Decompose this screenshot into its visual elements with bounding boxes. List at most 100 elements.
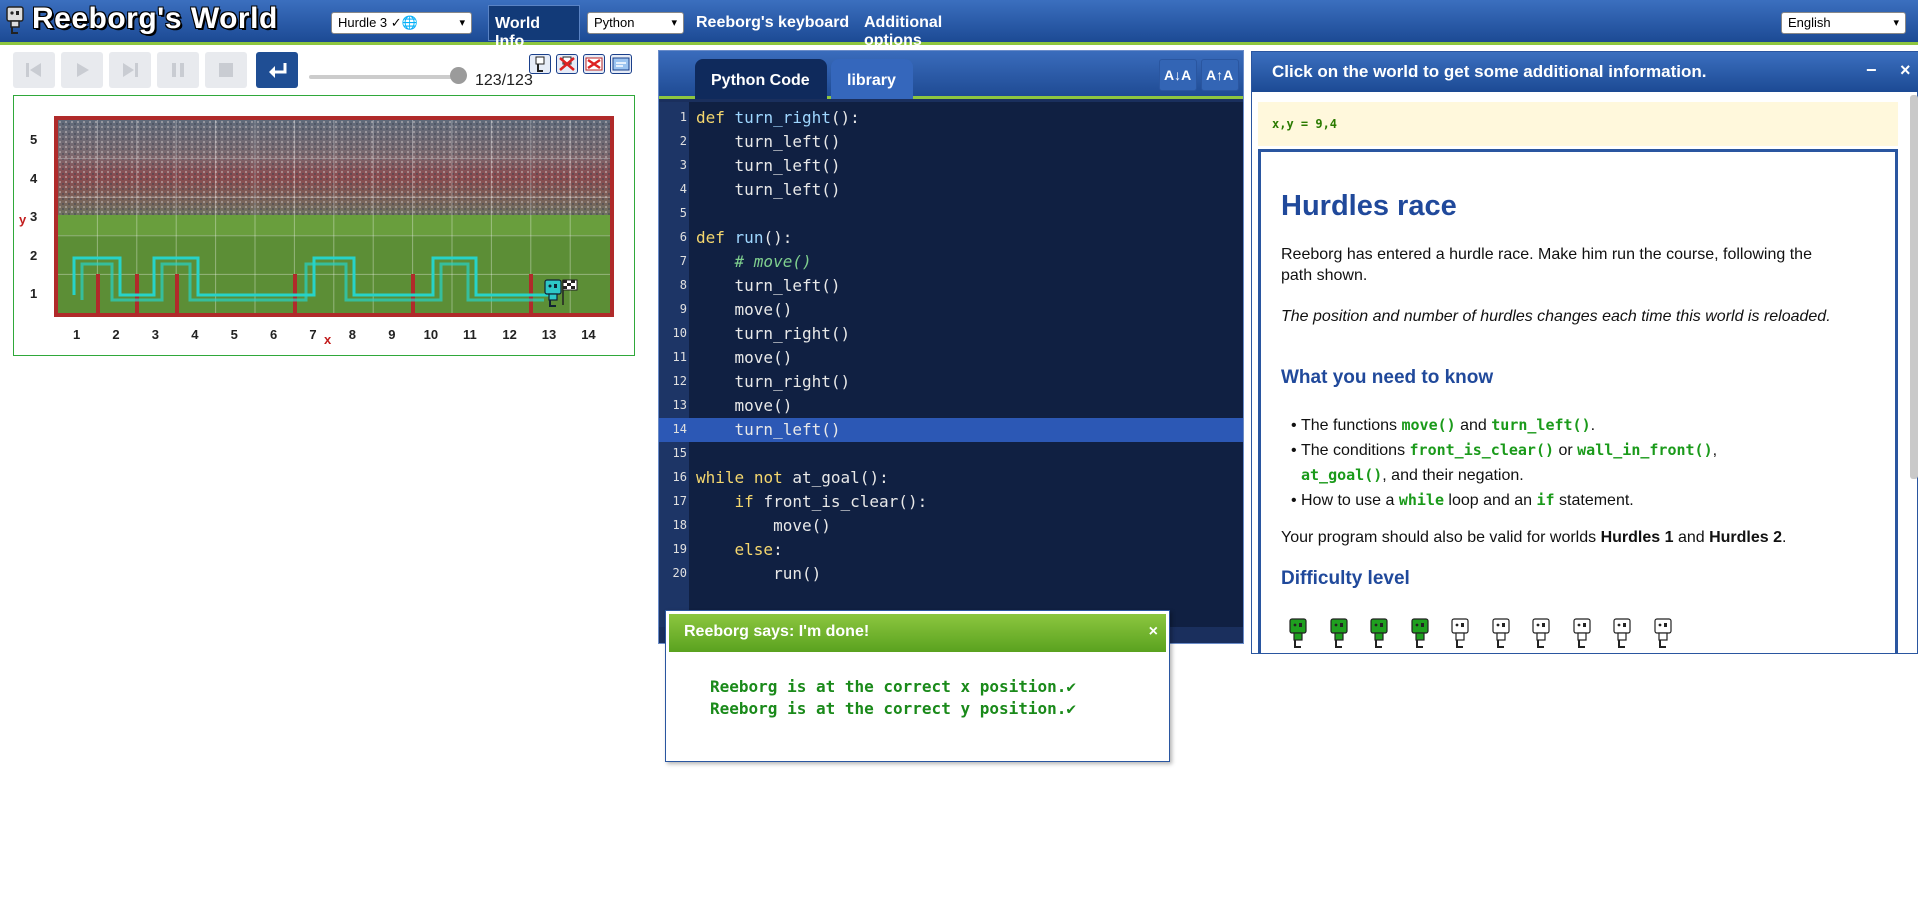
step-forward-icon [123,63,138,77]
run-button[interactable] [61,52,103,88]
code-text: turn_left() [734,420,841,439]
line-number: 8 [679,278,687,292]
close-button[interactable]: × [1900,60,1911,81]
code-line[interactable]: 10 turn_right() [659,322,1243,346]
speed-slider-track[interactable] [309,75,459,79]
need-to-know-heading: What you need to know [1281,367,1494,388]
list-item: The conditions front_is_clear() or wall_… [1291,438,1821,488]
reeborg-logo-icon [6,6,24,34]
stop-button[interactable] [205,52,247,88]
code-line[interactable]: 1 def turn_right(): [659,106,1243,130]
code-line[interactable]: 19 else: [659,538,1243,562]
chevron-down-icon: ▾ [1893,17,1899,29]
info-header-text: Click on the world to get some additiona… [1272,62,1707,81]
edit-world-icon[interactable] [610,54,632,74]
tab-python-code[interactable]: Python Code [695,59,827,99]
world-info-button[interactable]: World Info [488,5,580,50]
tab-library[interactable]: library [831,59,913,99]
decrease-font-button[interactable]: A↓A [1159,59,1197,91]
x-tick-label: 1 [73,327,81,342]
language-select[interactable]: Python ▾ [587,12,684,34]
code-text: move() [734,300,793,319]
robot-settings-icon[interactable] [529,54,551,74]
code-line[interactable]: 18 move() [659,514,1243,538]
line-number: 19 [672,542,687,556]
list-item: How to use a while loop and an if statem… [1291,488,1821,513]
list-item: The functions move() and turn_left(). [1291,413,1821,438]
ui-language-select[interactable]: English ▾ [1781,12,1906,34]
x-tick-label: 4 [191,327,199,342]
keyboard-button[interactable]: Reeborg's keyboard [690,5,856,41]
minimize-button[interactable]: − [1866,60,1877,81]
code-text: move() [734,348,793,367]
code-line[interactable]: 3 turn_left() [659,154,1243,178]
reload-button[interactable] [13,52,55,88]
code-line[interactable]: 13 move() [659,394,1243,418]
code-line[interactable]: 17 if front_is_clear(): [659,490,1243,514]
line-number: 18 [672,518,687,532]
line-number: 1 [679,110,687,124]
line-number: 17 [672,494,687,508]
pause-button[interactable] [157,52,199,88]
close-icon[interactable]: × [1149,623,1158,641]
world-grid[interactable] [58,120,610,313]
y-tick-label: 3 [30,209,38,225]
additional-options-button[interactable]: Additional options [858,5,1008,49]
x-tick-label: 9 [388,327,396,342]
increase-font-button[interactable]: A↑A [1201,59,1239,91]
line-number: 13 [672,398,687,412]
info-scrollbar[interactable] [1910,95,1918,479]
language-select-value: Python [594,15,635,30]
code-text: run() [773,564,822,583]
delete-robot-icon[interactable] [556,54,578,74]
clear-world-icon[interactable] [583,54,605,74]
x-tick-label: 3 [151,327,160,342]
world-panel[interactable]: y x 1 2 3 4 5 6 7 8 9 10 11 12 13 14 5 4 3 2 1 [13,95,635,356]
code-line[interactable]: 5 [659,202,1243,226]
info-title: Hurdles race [1281,190,1457,222]
line-number: 10 [672,326,687,340]
x-tick-label: 13 [541,327,557,342]
code-editor[interactable]: 1 def turn_right(): 2 turn_left() 3 turn_le… [659,102,1243,627]
step-button[interactable] [109,52,151,88]
world-select[interactable]: Hurdle 3 ✓🌐 ▾ [331,12,472,34]
line-number: 11 [672,350,687,364]
x-tick-label: 11 [463,327,477,342]
code-text: turn_left() [734,180,841,199]
difficulty-robot-filled-icon [1289,618,1307,648]
result-y-position: Reeborg is at the correct y position.✔ [710,699,1077,718]
reload-world-button[interactable] [256,52,298,88]
return-arrow-icon [269,63,287,78]
code-line[interactable]: 15 [659,442,1243,466]
line-number: 5 [679,206,687,220]
code-line[interactable]: 12 turn_right() [659,370,1243,394]
intro-text: Reeborg has entered a hurdle race. Make … [1281,246,1812,284]
world-canvas[interactable] [54,116,614,317]
code-line[interactable]: 14 turn_left() [659,418,1243,442]
done-dialog-title: Reeborg says: I'm done! [684,623,870,640]
x-tick-label: 8 [348,327,357,342]
playback-controls: 123/123 [13,52,633,92]
code-line[interactable]: 4 turn_left() [659,178,1243,202]
code-line[interactable]: 6 def run(): [659,226,1243,250]
x-tick-label: 10 [423,327,439,342]
line-number: 4 [679,182,687,196]
code-line[interactable]: 7 # move() [659,250,1243,274]
x-tick-label: 6 [270,327,278,342]
note-text: The position and number of hurdles chang… [1281,308,1831,325]
speed-slider-thumb[interactable] [450,67,467,84]
code-line[interactable]: 8 turn_left() [659,274,1243,298]
step-counter: 123/123 [475,72,533,89]
info-header: Click on the world to get some additiona… [1252,52,1918,92]
code-line[interactable]: 9 move() [659,298,1243,322]
chevron-down-icon: ▾ [671,17,677,29]
code-line[interactable]: 2 turn_left() [659,130,1243,154]
code-line[interactable]: 20 run() [659,562,1243,586]
difficulty-robot-empty-icon [1532,618,1550,648]
code-line[interactable]: 16 while not at_goal(): [659,466,1243,490]
code-line[interactable]: 11 move() [659,346,1243,370]
difficulty-robot-filled-icon [1370,618,1388,648]
difficulty-robot-empty-icon [1572,618,1591,648]
difficulty-robot-empty-icon [1491,618,1510,648]
chevron-down-icon: ▾ [459,17,465,29]
